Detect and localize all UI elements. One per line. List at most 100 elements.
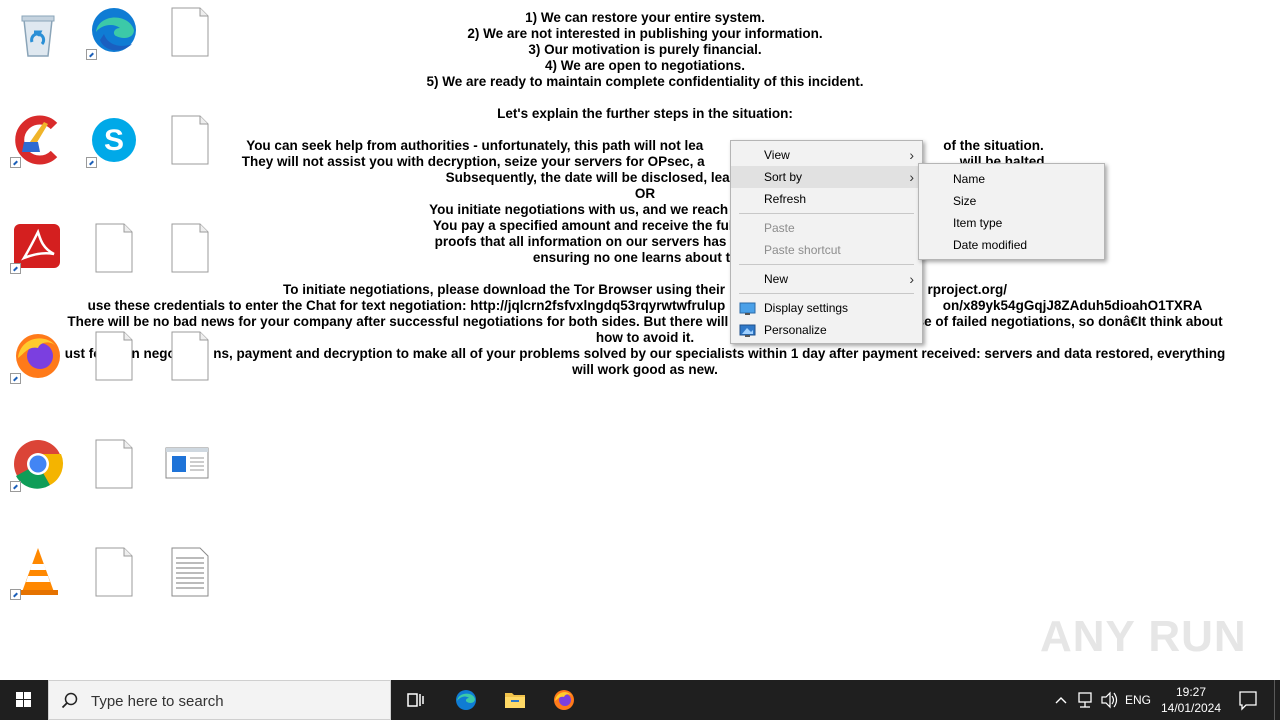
note-line bbox=[40, 90, 1250, 106]
menu-item-view-label: View bbox=[764, 148, 790, 162]
edge-icon[interactable] bbox=[86, 4, 142, 60]
recycle-bin-icon[interactable] bbox=[10, 6, 66, 62]
sort-option-size-label: Size bbox=[953, 194, 977, 208]
input-language-indicator[interactable]: ENG bbox=[1124, 680, 1152, 720]
note-line: Let's explain the further steps in the s… bbox=[497, 106, 793, 121]
network-icon bbox=[1078, 692, 1092, 708]
personalize-icon bbox=[739, 323, 756, 337]
shortcut-arrow-icon bbox=[10, 373, 21, 384]
network-status-button[interactable] bbox=[1074, 680, 1096, 720]
note-line: There will be no bad news for your compa… bbox=[67, 314, 1223, 329]
taskbar-file-explorer-button[interactable] bbox=[491, 680, 539, 720]
show-hidden-icons-button[interactable] bbox=[1052, 680, 1070, 720]
menu-separator bbox=[739, 293, 914, 294]
anyrun-watermark: ANY RUN bbox=[1040, 612, 1247, 661]
note-line: ust fo n nego ns, payment and decryption… bbox=[64, 346, 1226, 361]
folder-icon bbox=[505, 693, 525, 708]
notification-icon bbox=[1239, 691, 1257, 711]
shortcut-arrow-icon bbox=[86, 49, 97, 60]
menu-item-personalize[interactable]: Personalize bbox=[731, 319, 922, 341]
shortcut-arrow-icon bbox=[10, 263, 21, 274]
search-input[interactable] bbox=[89, 681, 383, 721]
menu-item-refresh-label: Refresh bbox=[764, 192, 807, 206]
note-line: To initiate negotiations, please downloa… bbox=[282, 282, 1008, 297]
menu-item-sort-by-label: Sort by bbox=[764, 170, 803, 184]
blank-file-icon[interactable] bbox=[162, 328, 218, 384]
desktop[interactable]: 1) We can restore your entire system. 2) … bbox=[0, 0, 1280, 680]
sort-option-item-type[interactable]: Item type bbox=[919, 212, 1104, 234]
volume-button[interactable] bbox=[1098, 680, 1120, 720]
shortcut-arrow-icon bbox=[10, 589, 21, 600]
menu-item-personalize-label: Personalize bbox=[764, 323, 827, 337]
taskbar-firefox-button[interactable] bbox=[540, 680, 588, 720]
menu-separator bbox=[739, 213, 914, 214]
shortcut-arrow-icon bbox=[10, 157, 21, 168]
windows-logo-icon bbox=[16, 692, 31, 707]
taskbar: ENG 19:27 14/01/2024 bbox=[0, 680, 1280, 721]
chrome-icon[interactable] bbox=[10, 436, 66, 492]
note-line: 2) We are not interested in publishing y… bbox=[467, 26, 823, 41]
clock-date: 14/01/2024 bbox=[1160, 701, 1222, 715]
note-line bbox=[40, 266, 1250, 282]
menu-item-sort-by[interactable]: Sort by › bbox=[731, 166, 922, 188]
task-view-icon bbox=[407, 693, 424, 707]
note-line bbox=[40, 122, 1250, 138]
task-view-button[interactable] bbox=[392, 680, 440, 720]
blank-file-icon[interactable] bbox=[86, 544, 142, 600]
menu-separator bbox=[739, 264, 914, 265]
speaker-icon bbox=[1101, 691, 1118, 709]
text-document-icon[interactable] bbox=[162, 544, 218, 600]
menu-item-paste-shortcut-label: Paste shortcut bbox=[764, 243, 841, 257]
menu-item-paste-label: Paste bbox=[764, 221, 795, 235]
chevron-right-icon: › bbox=[909, 169, 914, 185]
blank-file-icon[interactable] bbox=[86, 436, 142, 492]
show-desktop-button[interactable] bbox=[1274, 680, 1275, 720]
menu-item-display-settings-label: Display settings bbox=[764, 301, 849, 315]
menu-item-paste[interactable]: Paste bbox=[731, 217, 922, 239]
menu-item-refresh[interactable]: Refresh bbox=[731, 188, 922, 210]
ccleaner-icon[interactable] bbox=[10, 112, 66, 168]
sort-option-date-modified[interactable]: Date modified bbox=[919, 234, 1104, 256]
note-line: how to avoid it. bbox=[595, 330, 695, 345]
blank-file-icon[interactable] bbox=[162, 112, 218, 168]
sort-option-item-type-label: Item type bbox=[953, 216, 1003, 230]
window-file-icon[interactable] bbox=[162, 436, 218, 492]
blank-file-icon[interactable] bbox=[86, 328, 142, 384]
menu-item-display-settings[interactable]: Display settings bbox=[731, 297, 922, 319]
blank-file-icon[interactable] bbox=[86, 220, 142, 276]
chevron-up-icon bbox=[1055, 697, 1067, 704]
note-line: You can seek help from authorities - unf… bbox=[246, 138, 1044, 153]
note-line: will work good as new. bbox=[572, 362, 718, 377]
note-line: 3) Our motivation is purely financial. bbox=[528, 42, 762, 57]
search-icon bbox=[61, 692, 78, 709]
menu-item-view[interactable]: View › bbox=[731, 144, 922, 166]
skype-icon[interactable]: S bbox=[86, 112, 142, 168]
sort-option-name[interactable]: Name bbox=[919, 168, 1104, 190]
acrobat-reader-icon[interactable] bbox=[10, 218, 66, 274]
menu-item-paste-shortcut[interactable]: Paste shortcut bbox=[731, 239, 922, 261]
notification-center-button[interactable] bbox=[1232, 680, 1264, 720]
firefox-icon[interactable] bbox=[10, 328, 66, 384]
sort-option-name-label: Name bbox=[953, 172, 986, 186]
vlc-icon[interactable] bbox=[10, 544, 66, 600]
display-settings-icon bbox=[739, 301, 756, 315]
menu-item-new[interactable]: New › bbox=[731, 268, 922, 290]
note-line: 4) We are open to negotiations. bbox=[544, 58, 746, 73]
menu-item-new-label: New bbox=[764, 272, 789, 286]
taskbar-search-box[interactable] bbox=[48, 680, 391, 721]
sort-option-size[interactable]: Size bbox=[919, 190, 1104, 212]
note-line: 1) We can restore your entire system. bbox=[525, 10, 765, 25]
desktop-context-menu: View › Sort by › Refresh Paste Paste sho… bbox=[730, 140, 923, 344]
clock-time: 19:27 bbox=[1175, 685, 1207, 699]
sort-option-date-modified-label: Date modified bbox=[953, 238, 1028, 252]
firefox-icon bbox=[554, 690, 574, 710]
start-button[interactable] bbox=[0, 680, 48, 720]
note-line: use these credentials to enter the Chat … bbox=[87, 298, 1203, 313]
taskbar-clock[interactable]: 19:27 14/01/2024 bbox=[1152, 680, 1230, 720]
note-line: 5) We are ready to maintain complete con… bbox=[426, 74, 864, 89]
taskbar-edge-button[interactable] bbox=[442, 680, 490, 720]
blank-file-icon[interactable] bbox=[162, 4, 218, 60]
blank-file-icon[interactable] bbox=[162, 220, 218, 276]
sort-by-submenu: Name Size Item type Date modified bbox=[918, 163, 1105, 260]
chevron-right-icon: › bbox=[909, 271, 914, 287]
